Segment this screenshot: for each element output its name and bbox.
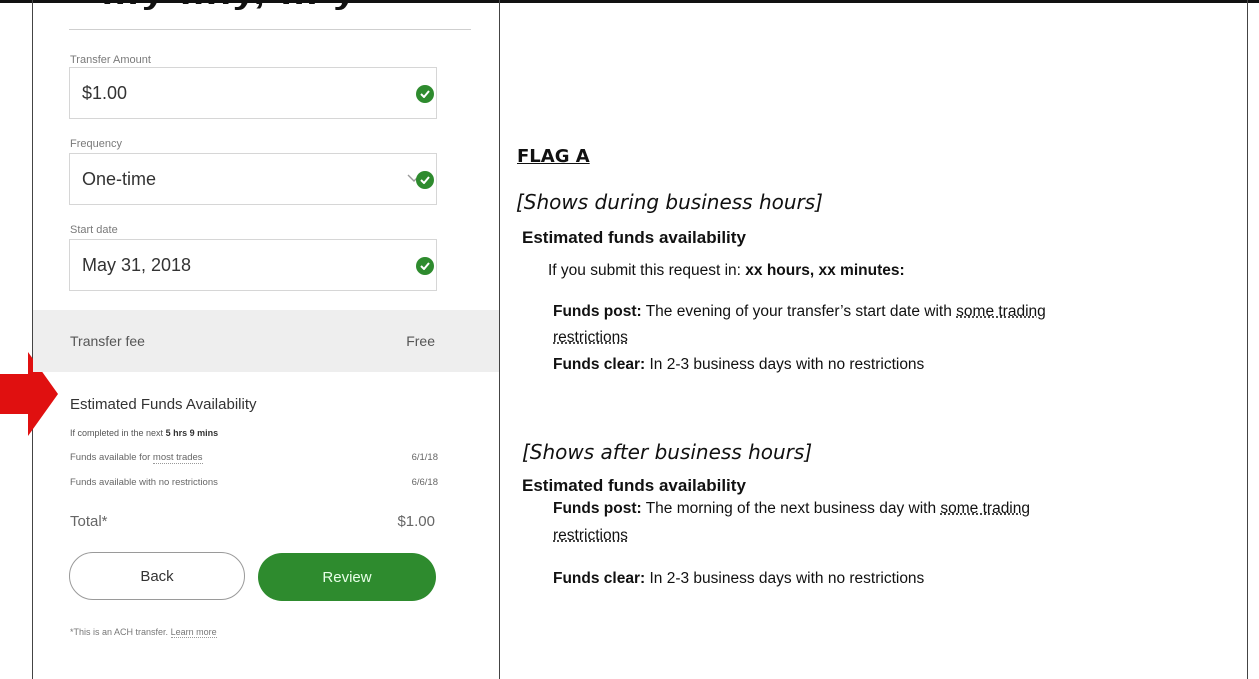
business-hours-post-line-cont: restrictions: [553, 329, 628, 347]
funds-clear-text: In 2-3 business days with no restriction…: [649, 570, 925, 587]
section-divider: [69, 29, 471, 30]
business-hours-clear-line: Funds clear: In 2-3 business days with n…: [553, 356, 924, 374]
some-trading-link[interactable]: some trading: [940, 500, 1030, 517]
restrictions-link[interactable]: restrictions: [553, 527, 628, 544]
transfer-fee-row: Transfer fee Free: [33, 310, 499, 372]
transfer-fee-value: Free: [406, 333, 435, 349]
availability-row-label: Funds available with no restrictions: [70, 477, 218, 488]
start-date-label: Start date: [70, 224, 118, 236]
flag-annotation-panel: FLAG A [Shows during business hours] Est…: [500, 0, 1247, 679]
availability-row-label: Funds available for: [70, 452, 151, 463]
submit-prefix: If you submit this request in:: [548, 262, 741, 279]
funds-clear-label: Funds clear:: [553, 570, 646, 587]
learn-more-link[interactable]: Learn more: [170, 627, 217, 638]
back-button[interactable]: Back: [69, 552, 245, 600]
business-hours-heading: Estimated funds availability: [522, 228, 746, 247]
total-value: $1.00: [397, 513, 435, 530]
review-button[interactable]: Review: [258, 553, 436, 601]
transfer-amount-input[interactable]: $1.00: [69, 67, 437, 119]
transfer-fee-label: Transfer fee: [70, 333, 145, 349]
some-trading-link[interactable]: some trading: [956, 303, 1046, 320]
funds-post-text: The morning of the next business day wit…: [645, 500, 937, 517]
after-hours-post-line: Funds post: The morning of the next busi…: [553, 500, 1030, 518]
funds-clear-label: Funds clear:: [553, 356, 646, 373]
availability-row-date: 6/1/18: [411, 452, 438, 463]
funds-post-label: Funds post:: [553, 500, 642, 517]
submit-time: xx hours, xx minutes:: [745, 262, 905, 279]
most-trades-link[interactable]: most trades: [152, 452, 203, 464]
funds-clear-text: In 2-3 business days with no restriction…: [649, 356, 925, 373]
funds-post-text: The evening of your transfer’s start dat…: [645, 303, 952, 320]
ach-footnote: *This is an ACH transfer. Learn more: [70, 627, 217, 638]
start-date-input[interactable]: May 31, 2018: [69, 239, 437, 291]
list-item: Funds available with no restrictions 6/6…: [70, 477, 438, 488]
transfer-form-panel: Transfer Amount $1.00 Frequency One-time…: [33, 0, 499, 679]
frequency-label: Frequency: [70, 138, 122, 150]
business-hours-post-line: Funds post: The evening of your transfer…: [553, 303, 1046, 321]
check-icon: [416, 85, 434, 103]
availability-countdown: 5 hrs 9 mins: [165, 428, 219, 438]
after-hours-post-line-cont: restrictions: [553, 527, 628, 545]
after-hours-condition: [Shows after business hours]: [522, 440, 813, 464]
frequency-value: One-time: [82, 169, 157, 189]
flag-title: FLAG A: [517, 146, 590, 167]
footnote-text: *This is an ACH transfer.: [70, 627, 169, 637]
list-item: Funds available for most trades 6/1/18: [70, 452, 438, 464]
check-icon: [416, 171, 434, 189]
total-label: Total*: [70, 513, 108, 530]
check-icon: [416, 257, 434, 275]
availability-title: Estimated Funds Availability: [70, 396, 257, 413]
business-hours-condition: [Shows during business hours]: [516, 190, 823, 214]
availability-row-date: 6/6/18: [411, 477, 438, 488]
after-hours-heading: Estimated funds availability: [522, 476, 746, 495]
transfer-amount-value: $1.00: [82, 83, 128, 103]
start-date-value: May 31, 2018: [82, 255, 192, 275]
availability-subtitle: If completed in the next 5 hrs 9 mins: [70, 428, 218, 438]
business-hours-submit-line: If you submit this request in: xx hours,…: [548, 262, 905, 280]
restrictions-link[interactable]: restrictions: [553, 329, 628, 346]
after-hours-clear-line: Funds clear: In 2-3 business days with n…: [553, 570, 924, 588]
availability-subtitle-prefix: If completed in the next: [70, 428, 164, 438]
frequency-select[interactable]: One-time: [69, 153, 437, 205]
transfer-amount-label: Transfer Amount: [70, 54, 151, 66]
frame-right-border: [1247, 0, 1248, 679]
funds-post-label: Funds post:: [553, 303, 642, 320]
